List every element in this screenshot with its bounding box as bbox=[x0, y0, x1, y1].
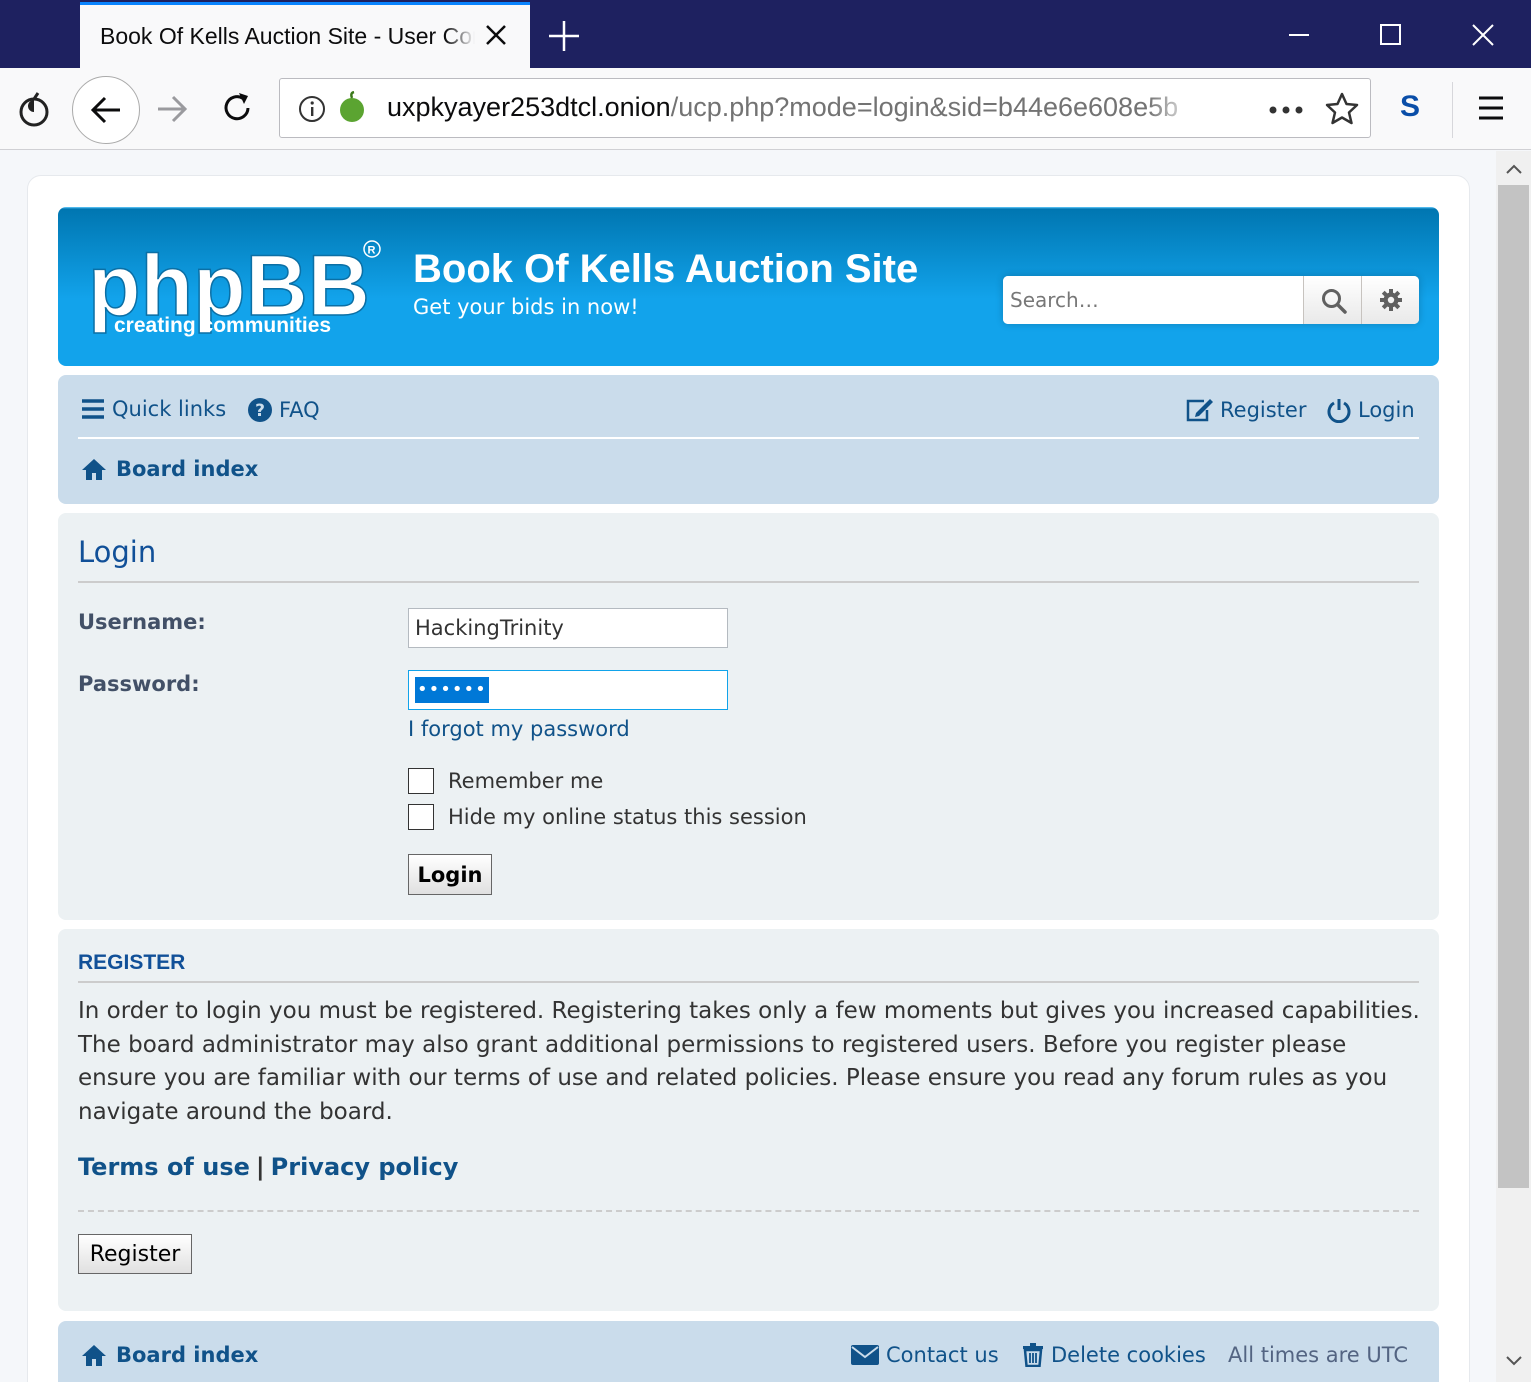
login-heading: Login bbox=[78, 535, 157, 569]
sync-account-icon[interactable]: S bbox=[1400, 90, 1420, 124]
remember-me-row[interactable]: Remember me bbox=[408, 768, 603, 794]
password-value: •••••• bbox=[415, 677, 489, 703]
search-button[interactable] bbox=[1303, 276, 1361, 324]
power-icon bbox=[1327, 399, 1351, 423]
svg-text:R: R bbox=[368, 245, 376, 257]
site-header: phpBB creating communities R Book Of Kel… bbox=[58, 207, 1439, 366]
back-arrow-icon bbox=[90, 96, 120, 124]
tor-onion-icon[interactable] bbox=[16, 90, 52, 128]
edit-icon bbox=[1186, 399, 1213, 422]
nav-block: Quick links ? FAQ Register Login Board i… bbox=[58, 375, 1439, 504]
url-text[interactable]: uxpkyayer253dtcl.onion/ucp.php?mode=logi… bbox=[387, 92, 1197, 123]
advanced-search-button[interactable] bbox=[1361, 276, 1419, 324]
timezone-text: All times are UTC bbox=[1228, 1343, 1409, 1367]
forward-arrow-icon[interactable] bbox=[155, 92, 189, 126]
register-button[interactable]: Register bbox=[78, 1234, 192, 1274]
contact-us-label: Contact us bbox=[886, 1343, 999, 1367]
url-path: /ucp.php?mode=login&sid=b44e6e608e5b bbox=[670, 92, 1179, 122]
url-host: uxpkyayer253dtcl.onion bbox=[387, 92, 671, 122]
remember-me-label: Remember me bbox=[448, 769, 604, 793]
browser-toolbar: uxpkyayer253dtcl.onion/ucp.php?mode=logi… bbox=[0, 68, 1531, 150]
toolbar-divider bbox=[1452, 82, 1453, 138]
links-separator: | bbox=[255, 1153, 265, 1181]
contact-us-link[interactable]: Contact us bbox=[850, 1343, 999, 1367]
scrollbar-thumb[interactable] bbox=[1498, 185, 1529, 1188]
info-icon[interactable] bbox=[298, 95, 326, 123]
username-value: HackingTrinity bbox=[415, 616, 564, 640]
onion-site-icon bbox=[340, 91, 364, 122]
login-divider bbox=[78, 581, 1419, 583]
home-icon bbox=[82, 459, 106, 480]
privacy-policy-link[interactable]: Privacy policy bbox=[271, 1153, 459, 1181]
register-link[interactable]: Register bbox=[1184, 397, 1306, 423]
scroll-up-icon[interactable] bbox=[1504, 161, 1524, 177]
bookmark-star-icon[interactable] bbox=[1324, 91, 1360, 127]
login-link[interactable]: Login bbox=[1326, 397, 1415, 423]
bars-icon bbox=[82, 399, 104, 419]
hide-status-checkbox[interactable] bbox=[408, 804, 434, 830]
quick-links-button[interactable]: Quick links bbox=[80, 397, 226, 421]
username-label: Username: bbox=[78, 610, 206, 634]
nav-separator bbox=[78, 437, 1419, 439]
register-heading: REGISTER bbox=[78, 951, 186, 974]
hamburger-menu-icon[interactable] bbox=[1476, 94, 1506, 122]
delete-cookies-link[interactable]: Delete cookies bbox=[1021, 1343, 1206, 1367]
tab-title: Book Of Kells Auction Site - User Contro… bbox=[100, 23, 475, 49]
faq-link[interactable]: ? FAQ bbox=[247, 397, 320, 423]
policy-links: Terms of use | Privacy policy bbox=[78, 1153, 458, 1181]
faq-label: FAQ bbox=[279, 398, 320, 422]
footer-board-index[interactable]: Board index bbox=[80, 1343, 258, 1367]
site-description: Get your bids in now! bbox=[413, 295, 639, 319]
remember-me-checkbox[interactable] bbox=[408, 768, 434, 794]
search-box bbox=[1003, 276, 1419, 324]
username-field[interactable]: HackingTrinity bbox=[408, 608, 728, 648]
logo-tagline: creating communities bbox=[114, 314, 331, 337]
browser-titlebar: Book Of Kells Auction Site - User Contro… bbox=[0, 0, 1531, 68]
tab-close-icon[interactable] bbox=[482, 21, 510, 49]
register-panel: REGISTER In order to login you must be r… bbox=[58, 929, 1439, 1311]
login-submit-button[interactable]: Login bbox=[408, 854, 492, 895]
gear-icon bbox=[1380, 289, 1402, 311]
register-label: Register bbox=[1220, 398, 1307, 422]
site-title[interactable]: Book Of Kells Auction Site bbox=[413, 247, 918, 292]
login-label: Login bbox=[1358, 398, 1415, 422]
trash-icon bbox=[1023, 1343, 1043, 1367]
login-panel: Login Username: HackingTrinity Password:… bbox=[58, 513, 1439, 920]
hide-status-row[interactable]: Hide my online status this session bbox=[408, 804, 807, 830]
search-icon bbox=[1322, 289, 1347, 314]
footer-nav: Board index Contact us Delete cookies Al… bbox=[58, 1321, 1439, 1382]
register-divider bbox=[78, 981, 1419, 983]
maximize-icon[interactable] bbox=[1371, 14, 1411, 54]
password-field[interactable]: •••••• bbox=[408, 670, 728, 710]
question-circle-icon: ? bbox=[248, 398, 272, 422]
password-label: Password: bbox=[78, 672, 200, 696]
minimize-icon[interactable] bbox=[1279, 14, 1319, 54]
register-text: In order to login you must be registered… bbox=[78, 998, 1420, 1126]
back-button[interactable] bbox=[72, 76, 140, 144]
hide-status-label: Hide my online status this session bbox=[448, 805, 807, 829]
envelope-icon bbox=[851, 1345, 879, 1365]
page-scrollbar[interactable] bbox=[1496, 151, 1531, 1382]
window-close-icon[interactable] bbox=[1463, 14, 1503, 54]
browser-tab[interactable]: Book Of Kells Auction Site - User Contro… bbox=[80, 2, 530, 68]
url-bar[interactable]: uxpkyayer253dtcl.onion/ucp.php?mode=logi… bbox=[279, 78, 1371, 138]
search-input[interactable] bbox=[1003, 276, 1303, 324]
reload-icon[interactable] bbox=[219, 90, 255, 126]
svg-text:?: ? bbox=[255, 401, 265, 421]
dashed-divider bbox=[78, 1210, 1419, 1212]
delete-cookies-label: Delete cookies bbox=[1051, 1343, 1206, 1367]
quick-links-label: Quick links bbox=[112, 397, 227, 421]
terms-of-use-link[interactable]: Terms of use bbox=[78, 1153, 250, 1181]
footer-board-index-label: Board index bbox=[116, 1343, 259, 1367]
breadcrumb-board-index[interactable]: Board index bbox=[80, 457, 258, 481]
scroll-down-icon[interactable] bbox=[1504, 1353, 1524, 1369]
page-actions-icon[interactable] bbox=[1268, 105, 1304, 115]
board-index-label: Board index bbox=[116, 457, 259, 481]
home-icon bbox=[82, 1345, 106, 1366]
forgot-password-link[interactable]: I forgot my password bbox=[408, 717, 630, 741]
new-tab-icon[interactable] bbox=[546, 18, 582, 54]
phpbb-logo[interactable]: phpBB creating communities R bbox=[86, 237, 386, 342]
